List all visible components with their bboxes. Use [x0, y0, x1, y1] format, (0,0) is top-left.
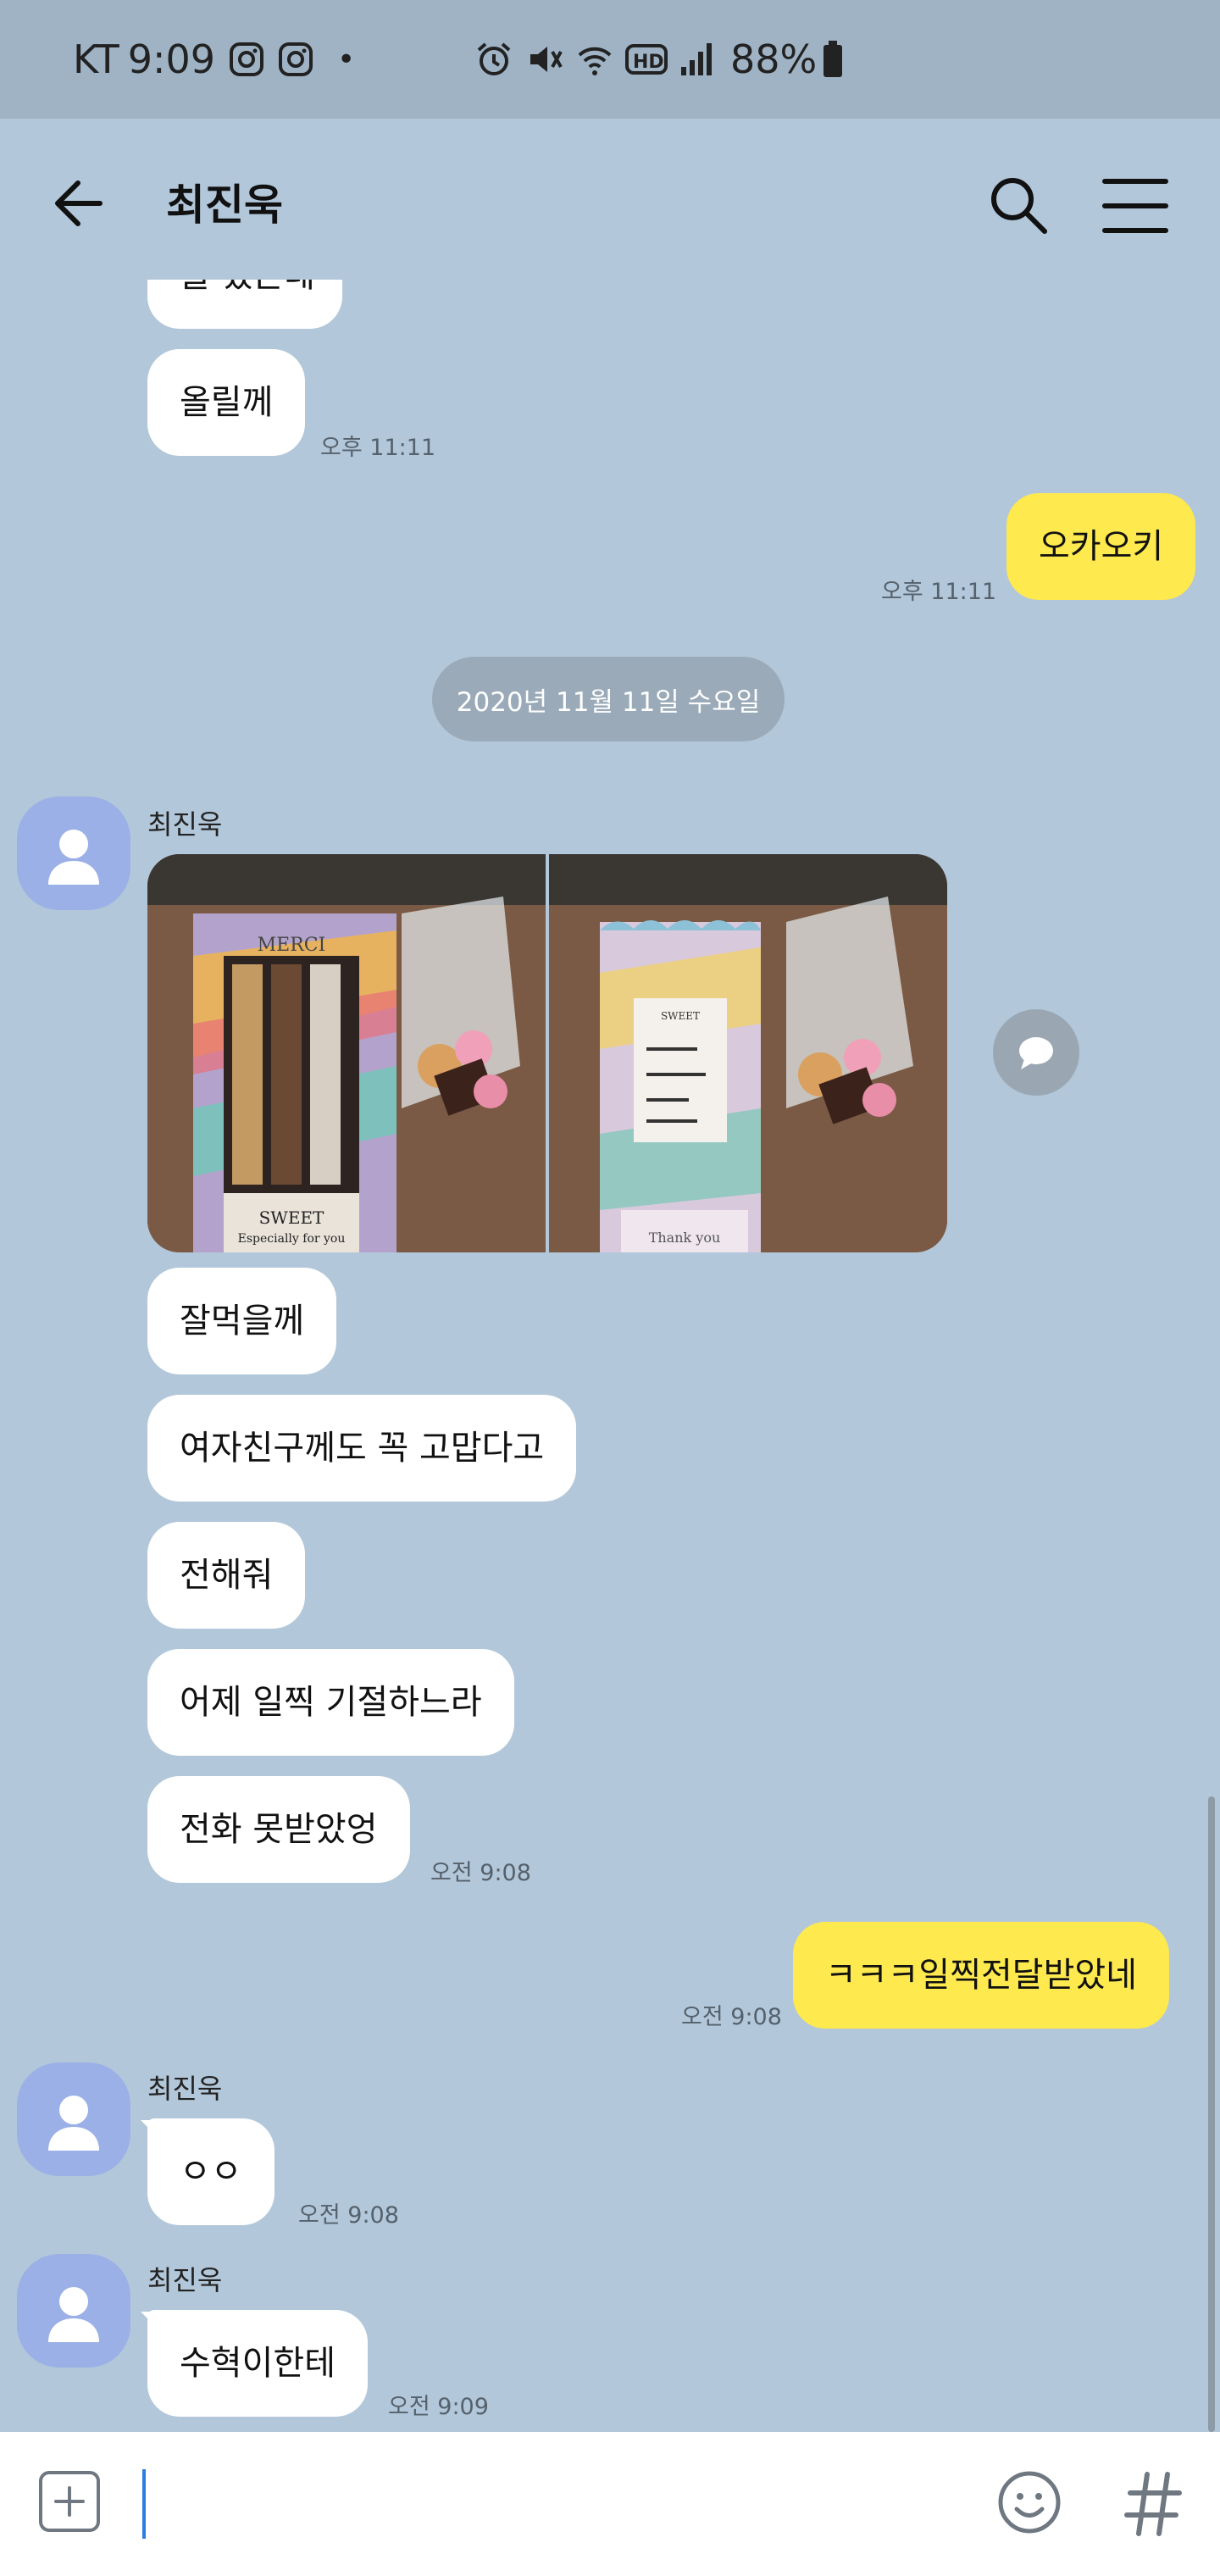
- share-button[interactable]: [993, 1009, 1079, 1096]
- my-message-bubble[interactable]: 오카오키: [1006, 493, 1196, 600]
- avatar[interactable]: [17, 2062, 130, 2176]
- plus-icon: [54, 2486, 85, 2517]
- status-icons: HD 88%: [474, 0, 856, 119]
- photo-text: SWEET: [259, 1208, 324, 1228]
- search-icon: [991, 178, 1047, 234]
- smiley-icon: [998, 2471, 1061, 2534]
- instagram-icon: [278, 42, 313, 77]
- chat-title: 최진욱: [166, 180, 283, 230]
- photo-thumbnail[interactable]: SWEET Especially for you MERCI: [147, 854, 546, 1252]
- hamburger-menu-icon: [1102, 179, 1168, 233]
- message-time: 오전 9:09: [388, 2394, 489, 2420]
- wifi-icon: [576, 40, 613, 79]
- message-time: 오후 11:11: [320, 435, 436, 461]
- default-profile-icon: [48, 2096, 99, 2151]
- search-button[interactable]: [986, 173, 1051, 237]
- mute-icon: [525, 40, 564, 79]
- photo-text: MERCI: [258, 935, 326, 956]
- default-profile-icon: [48, 830, 99, 885]
- message-bubble[interactable]: 전화 못받았엉: [147, 1776, 410, 1883]
- message-time: 오전 9:08: [298, 2202, 399, 2229]
- speech-bubble-icon: [1019, 1037, 1053, 1069]
- date-divider: 2020년 11월 11일 수요일: [432, 657, 785, 741]
- clock: 9:09: [127, 36, 216, 82]
- hashtag-search-button[interactable]: [1123, 2466, 1183, 2542]
- instagram-icon: [229, 42, 264, 77]
- chat-header: 최진욱: [0, 119, 1220, 280]
- alarm-icon: [474, 40, 513, 79]
- message-bubble[interactable]: 전해줘: [147, 1522, 306, 1629]
- message-time: 오후 11:11: [881, 579, 997, 605]
- message-bubble[interactable]: ㅇㅇ: [147, 2118, 274, 2225]
- default-profile-icon: [48, 2287, 99, 2342]
- message-text: ㅋㅋㅋ일찍전달받았네: [825, 1956, 1137, 1995]
- message-text: 오카오키: [1039, 527, 1164, 566]
- message-text: 전화 못받았엉: [180, 1810, 378, 1849]
- sender-name: 최진욱: [147, 808, 223, 841]
- add-attachment-button[interactable]: [39, 2471, 100, 2532]
- message-time: 오전 9:08: [430, 1860, 531, 1886]
- message-text: 수혁이한테: [180, 2344, 336, 2383]
- battery-icon: [822, 41, 844, 78]
- message-bubble[interactable]: 올릴께: [147, 349, 306, 456]
- svg-text:HD: HD: [633, 52, 664, 73]
- emoticon-button[interactable]: [996, 2469, 1062, 2535]
- gift-photo-right: SWEET Thank you: [549, 854, 947, 1252]
- gift-photo-left: SWEET Especially for you MERCI: [147, 854, 546, 1252]
- message-text: 잘먹을께: [180, 1302, 305, 1341]
- back-arrow-icon: [55, 180, 103, 226]
- carrier-label: KT: [73, 36, 119, 82]
- message-bubble[interactable]: 잘먹을께: [147, 1268, 337, 1374]
- photo-album: SWEET Especially for you MERCI SWEET Tha…: [147, 854, 947, 1252]
- message-input[interactable]: [136, 2462, 986, 2545]
- input-bar: [0, 2432, 1220, 2576]
- photo-text: Thank you: [649, 1230, 721, 1246]
- my-message-bubble[interactable]: ㅋㅋㅋ일찍전달받았네: [793, 1922, 1169, 2029]
- message-bubble[interactable]: 수혁이한테: [147, 2310, 368, 2417]
- text-cursor: [142, 2469, 146, 2539]
- avatar[interactable]: [17, 797, 130, 910]
- menu-button[interactable]: [1101, 175, 1169, 237]
- message-text: 어제 일찍 기절하느라: [180, 1683, 482, 1722]
- photo-thumbnail[interactable]: SWEET Thank you: [549, 854, 947, 1252]
- battery-percent: 88%: [730, 36, 818, 82]
- message-text: 올릴께: [180, 383, 274, 422]
- message-text: 전해줘: [180, 1556, 274, 1595]
- message-bubble[interactable]: 어제 일찍 기절하느라: [147, 1649, 514, 1756]
- message-text: 여자친구께도 꼭 고맙다고: [180, 1429, 545, 1468]
- sender-name: 최진욱: [147, 2264, 223, 2296]
- hd-icon: HD: [625, 42, 668, 76]
- hashtag-icon: [1124, 2472, 1182, 2536]
- photo-text: SWEET: [661, 1010, 700, 1022]
- avatar[interactable]: [17, 2254, 130, 2368]
- notification-dot: •: [337, 42, 356, 77]
- message-text: ㅇㅇ: [180, 2152, 242, 2191]
- signal-icon: [679, 42, 713, 77]
- photo-text: Especially for you: [238, 1232, 346, 1246]
- scrollbar[interactable]: [1208, 1796, 1215, 2432]
- back-button[interactable]: [49, 169, 117, 237]
- message-time: 오전 9:08: [681, 2004, 782, 2030]
- status-bar: KT 9:09 • HD 88%: [0, 0, 1220, 119]
- sender-name: 최진욱: [147, 2073, 223, 2105]
- message-bubble[interactable]: 여자친구께도 꼭 고맙다고: [147, 1395, 577, 1502]
